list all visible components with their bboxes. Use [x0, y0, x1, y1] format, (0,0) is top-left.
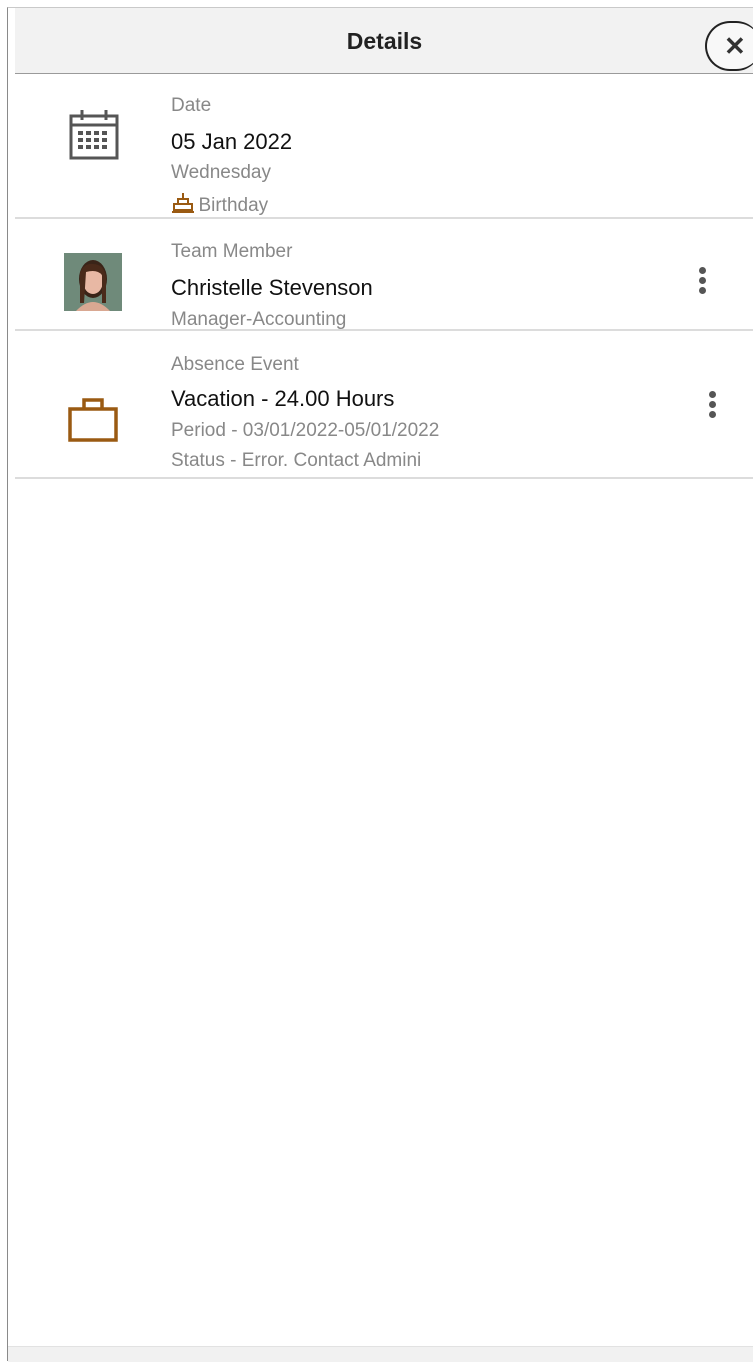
date-event: Birthday	[172, 192, 268, 217]
close-button[interactable]: ✕	[705, 21, 753, 71]
absence-period: Period - 03/01/2022-05/01/2022	[171, 420, 440, 441]
date-label: Date	[171, 95, 212, 116]
close-icon: ✕	[724, 31, 746, 61]
details-panel: Details ✕ Date 05 Jan 2022 Wednesday Bir…	[7, 7, 753, 1361]
avatar	[64, 253, 122, 311]
briefcase-icon	[68, 398, 118, 442]
date-event-label: Birthday	[198, 195, 269, 216]
absence-menu-button[interactable]	[698, 383, 728, 433]
team-member-name: Christelle Stevenson	[171, 275, 373, 300]
calendar-icon	[69, 110, 119, 160]
panel-header: Details ✕	[15, 8, 753, 74]
absence-status: Status - Error. Contact Admini	[171, 450, 422, 471]
more-vertical-icon	[699, 267, 706, 274]
team-member-label: Team Member	[171, 241, 293, 262]
absence-title: Vacation - 24.00 Hours	[171, 386, 395, 411]
absence-label: Absence Event	[171, 354, 299, 375]
date-row: Date 05 Jan 2022 Wednesday Birthday	[15, 73, 753, 219]
date-value: 05 Jan 2022	[171, 129, 293, 154]
team-member-row[interactable]: Team Member Christelle Stevenson Manager…	[15, 219, 753, 331]
panel-title: Details	[346, 28, 423, 54]
date-weekday: Wednesday	[171, 162, 271, 183]
team-member-role: Manager-Accounting	[171, 309, 347, 330]
absence-event-row[interactable]: Absence Event Vacation - 24.00 Hours Per…	[15, 331, 753, 479]
more-vertical-icon	[709, 391, 716, 398]
cake-icon	[172, 193, 194, 213]
panel-footer	[8, 1346, 753, 1362]
team-member-menu-button[interactable]	[688, 259, 718, 309]
